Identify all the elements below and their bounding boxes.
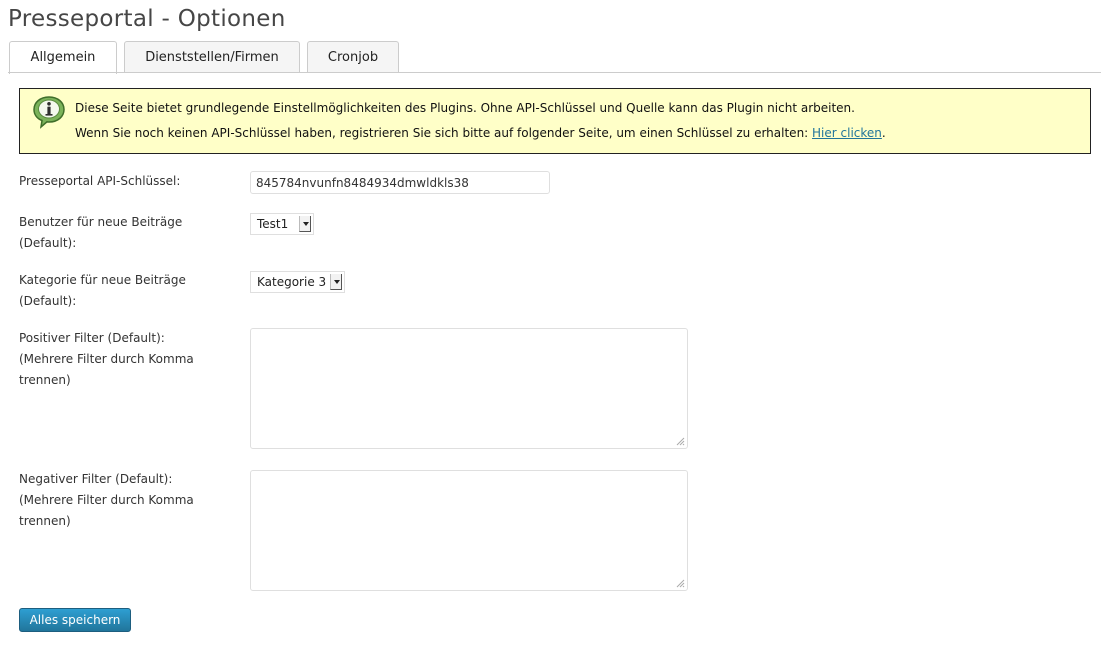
chevron-down-icon [330,274,342,290]
negative-filter-label: Negativer Filter (Default): (Mehrere Fil… [19,469,219,532]
user-label: Benutzer für neue Beiträge (Default): [19,212,219,254]
user-select[interactable]: Test1 [250,213,314,235]
resize-grip-icon[interactable] [675,436,685,446]
user-label-line1: Benutzer für neue Beiträge [19,215,183,229]
tab-dienststellen-firmen[interactable]: Dienststellen/Firmen [124,41,300,73]
register-link[interactable]: Hier clicken [812,126,882,140]
positive-filter-label: Positiver Filter (Default): (Mehrere Fil… [19,328,219,391]
notice-text-line2: Wenn Sie noch keinen API-Schlüssel haben… [75,126,886,140]
tabs-divider [8,72,1101,73]
category-select[interactable]: Kategorie 3 [250,271,345,293]
tab-cronjob-label: Cronjob [327,50,379,65]
user-label-line2: (Default): [19,236,77,250]
resize-grip-icon[interactable] [675,578,685,588]
tab-cronjob[interactable]: Cronjob [307,41,399,73]
category-label: Kategorie für neue Beiträge (Default): [19,270,219,312]
negative-filter-label-line3: trennen) [19,514,71,528]
page-title: Presseportal - Optionen [8,6,286,32]
notice-line2-end: . [881,126,886,140]
category-label-line1: Kategorie für neue Beiträge [19,273,186,287]
notice-line2-text: Wenn Sie noch keinen API-Schlüssel haben… [75,126,813,140]
negative-filter-label-line1: Negativer Filter (Default): [19,472,173,486]
tab-allgemein-label: Allgemein [30,50,96,65]
chevron-down-icon [299,216,311,232]
category-select-value: Kategorie 3 [257,275,327,289]
user-select-value: Test1 [257,217,289,231]
positive-filter-label-line2: (Mehrere Filter durch Komma [19,352,194,366]
info-bubble-icon [33,96,65,129]
tab-allgemein[interactable]: Allgemein [9,41,117,74]
tab-dienststellen-firmen-label: Dienststellen/Firmen [145,50,279,65]
api-key-input[interactable]: 845784nvunfn8484934dmwldkls38 [250,171,550,194]
negative-filter-textarea[interactable] [250,470,688,591]
positive-filter-label-line1: Positiver Filter (Default): [19,331,165,345]
info-notice: Diese Seite bietet grundlegende Einstell… [19,88,1091,154]
negative-filter-label-line2: (Mehrere Filter durch Komma [19,493,194,507]
positive-filter-textarea[interactable] [250,328,688,449]
category-label-line2: (Default): [19,294,77,308]
positive-filter-label-line3: trennen) [19,373,71,387]
notice-text-line1: Diese Seite bietet grundlegende Einstell… [75,101,855,115]
api-key-label: Presseportal API-Schlüssel: [19,174,181,188]
save-button[interactable]: Alles speichern [19,608,131,632]
